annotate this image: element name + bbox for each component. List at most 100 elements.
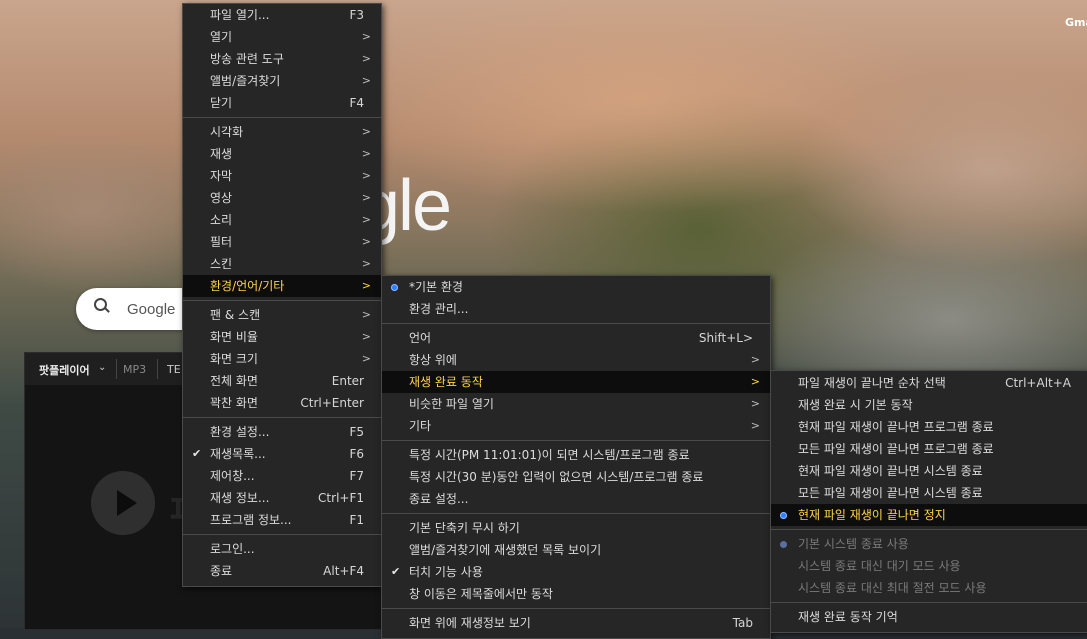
menu-item[interactable]: 재생 완료 시 기본 동작 — [771, 394, 1087, 416]
menu-item[interactable]: 프로그램 정보... F1 — [183, 509, 381, 531]
menu-item[interactable]: 재생 > — [183, 143, 381, 165]
menu-item-label: *기본 환경 — [409, 280, 463, 294]
menu-item-shortcut: Ctrl+F1 — [318, 491, 364, 505]
check-icon: ✔ — [391, 565, 401, 578]
menu-item-label: 필터 — [210, 235, 233, 249]
menu-item[interactable]: ✔ 터치 기능 사용 — [382, 561, 770, 583]
menu-item[interactable]: 파일 재생이 끝나면 순차 선택 Ctrl+Alt+A — [771, 372, 1087, 394]
menu-item-shortcut: F1 — [349, 513, 364, 527]
menu-separator — [382, 513, 770, 514]
menu-item[interactable]: 소리 > — [183, 209, 381, 231]
menu-item[interactable]: 재생 완료 동작 기억 — [771, 606, 1087, 628]
menu-item[interactable]: 환경/언어/기타 > — [183, 275, 381, 297]
submenu-arrow-icon: > — [361, 213, 371, 226]
submenu-arrow-icon: > — [361, 169, 371, 182]
menu-item[interactable]: 재생 정보... Ctrl+F1 — [183, 487, 381, 509]
menu-item-label: 시스템 종료 대신 대기 모드 사용 — [798, 559, 961, 573]
chevron-down-icon[interactable]: ⌄ — [98, 362, 106, 373]
menu-item[interactable]: 종료 Alt+F4 — [183, 560, 381, 582]
menu-item[interactable]: 재생 완료 동작 > — [382, 371, 770, 393]
submenu-arrow-icon: > — [361, 235, 371, 248]
menu-item[interactable]: 자막 > — [183, 165, 381, 187]
menu-item-label: 파일 재생이 끝나면 순차 선택 — [798, 376, 946, 390]
menu-item[interactable]: 모든 파일 재생이 끝나면 시스템 종료 — [771, 482, 1087, 504]
menu-item[interactable]: 전체 화면 Enter — [183, 370, 381, 392]
menu-item-label: 영상 — [210, 191, 233, 205]
menu-item-shortcut: F5 — [349, 425, 364, 439]
menu-item[interactable]: 앨범/즐겨찾기에 재생했던 목록 보이기 — [382, 539, 770, 561]
menu-item[interactable]: 시각화 > — [183, 121, 381, 143]
menu-item[interactable]: 파일 열기... F3 — [183, 4, 381, 26]
submenu-arrow-icon: > — [750, 419, 760, 432]
menu-item[interactable]: 로그인... — [183, 538, 381, 560]
context-submenu-playback-finish[interactable]: 파일 재생이 끝나면 순차 선택 Ctrl+Alt+A 재생 완료 시 기본 동작 현… — [770, 370, 1087, 633]
menu-item-label: 모든 파일 재생이 끝나면 프로그램 종료 — [798, 442, 994, 456]
menu-item[interactable]: 현재 파일 재생이 끝나면 프로그램 종료 — [771, 416, 1087, 438]
menu-item[interactable]: 화면 크기 > — [183, 348, 381, 370]
submenu-arrow-icon: > — [361, 257, 371, 270]
menu-item[interactable]: ✔ 재생목록... F6 — [183, 443, 381, 465]
menu-item-label: 기본 단축키 무시 하기 — [409, 521, 520, 535]
menu-item[interactable]: 열기 > — [183, 26, 381, 48]
context-menu-main[interactable]: 파일 열기... F3 열기 > 방송 관련 도구 > 앨범/즐겨찾기 > 닫기 F4 시각화 > 재생… — [182, 3, 382, 587]
menu-item-label: 환경 관리... — [409, 302, 469, 316]
menu-item-label: 시스템 종료 대신 최대 절전 모드 사용 — [798, 581, 987, 595]
menu-item[interactable]: 영상 > — [183, 187, 381, 209]
menu-item[interactable]: 제어창... F7 — [183, 465, 381, 487]
menu-item-label: 기본 시스템 종료 사용 — [798, 537, 909, 551]
menu-item[interactable]: 필터 > — [183, 231, 381, 253]
menu-item[interactable]: 언어 Shift+L> — [382, 327, 770, 349]
play-icon[interactable] — [91, 471, 155, 535]
menu-item-shortcut: F7 — [349, 469, 364, 483]
menu-item[interactable]: 현재 파일 재생이 끝나면 정지 — [771, 504, 1087, 526]
menu-item[interactable]: 비슷한 파일 열기 > — [382, 393, 770, 415]
player-menu-button[interactable]: 팟플레이어 — [39, 362, 90, 378]
menu-item-label: 재생 — [210, 147, 233, 161]
menu-item-label: 환경/언어/기타 — [210, 279, 285, 293]
menu-item[interactable]: 항상 위에 > — [382, 349, 770, 371]
menu-item[interactable]: 특정 시간(PM 11:01:01)이 되면 시스템/프로그램 종료 — [382, 444, 770, 466]
submenu-arrow-icon: > — [750, 397, 760, 410]
menu-item-label: 방송 관련 도구 — [210, 52, 284, 66]
menu-separator — [183, 117, 381, 118]
menu-item-label: 재생목록... — [210, 447, 266, 461]
menu-item[interactable]: 기타 > — [382, 415, 770, 437]
menu-item[interactable]: 화면 비율 > — [183, 326, 381, 348]
submenu-arrow-icon: > — [750, 353, 760, 366]
menu-item[interactable]: *기본 환경 — [382, 276, 770, 298]
menu-item[interactable]: 창 이동은 제목줄에서만 동작 — [382, 583, 770, 605]
search-input[interactable]: Google — [127, 301, 175, 318]
menu-item: 기본 시스템 종료 사용 — [771, 533, 1087, 555]
menu-item-label: 로그인... — [210, 542, 255, 556]
menu-item[interactable]: 앨범/즐겨찾기 > — [183, 70, 381, 92]
menu-item[interactable]: 방송 관련 도구 > — [183, 48, 381, 70]
menu-separator — [382, 608, 770, 609]
menu-item[interactable]: 닫기 F4 — [183, 92, 381, 114]
menu-item[interactable]: 스킨 > — [183, 253, 381, 275]
gmail-link[interactable]: Gmai — [1065, 16, 1087, 29]
menu-item[interactable]: 종료 설정... — [382, 488, 770, 510]
title-text: TE — [167, 363, 181, 376]
menu-item[interactable]: 환경 설정... F5 — [183, 421, 381, 443]
context-submenu-environment[interactable]: *기본 환경환경 관리... 언어 Shift+L> 항상 위에 > 재생 완료 동작 > 비… — [381, 275, 771, 639]
menu-item[interactable]: 모든 파일 재생이 끝나면 프로그램 종료 — [771, 438, 1087, 460]
menu-item-label: 앨범/즐겨찾기 — [210, 74, 281, 88]
submenu-arrow-icon: > — [361, 74, 371, 87]
menu-item[interactable]: 팬 & 스캔 > — [183, 304, 381, 326]
menu-item-label: 현재 파일 재생이 끝나면 정지 — [798, 508, 946, 522]
menu-item[interactable]: 현재 파일 재생이 끝나면 시스템 종료 — [771, 460, 1087, 482]
menu-item[interactable]: 환경 관리... — [382, 298, 770, 320]
menu-item-shortcut: Ctrl+Alt+A — [1005, 376, 1071, 390]
menu-item-label: 특정 시간(30 분)동안 입력이 없으면 시스템/프로그램 종료 — [409, 470, 704, 484]
menu-item-label: 소리 — [210, 213, 233, 227]
menu-item[interactable]: 기본 단축키 무시 하기 — [382, 517, 770, 539]
menu-item[interactable]: 특정 시간(30 분)동안 입력이 없으면 시스템/프로그램 종료 — [382, 466, 770, 488]
menu-item-label: 항상 위에 — [409, 353, 457, 367]
menu-item: 시스템 종료 대신 대기 모드 사용 — [771, 555, 1087, 577]
menu-item[interactable]: 화면 위에 재생정보 보기 Tab — [382, 612, 770, 634]
menu-separator — [183, 417, 381, 418]
menu-item-label: 팬 & 스캔 — [210, 308, 261, 322]
menu-item[interactable]: 꽉찬 화면 Ctrl+Enter — [183, 392, 381, 414]
search-icon — [94, 298, 108, 312]
menu-item: 시스템 종료 대신 최대 절전 모드 사용 — [771, 577, 1087, 599]
